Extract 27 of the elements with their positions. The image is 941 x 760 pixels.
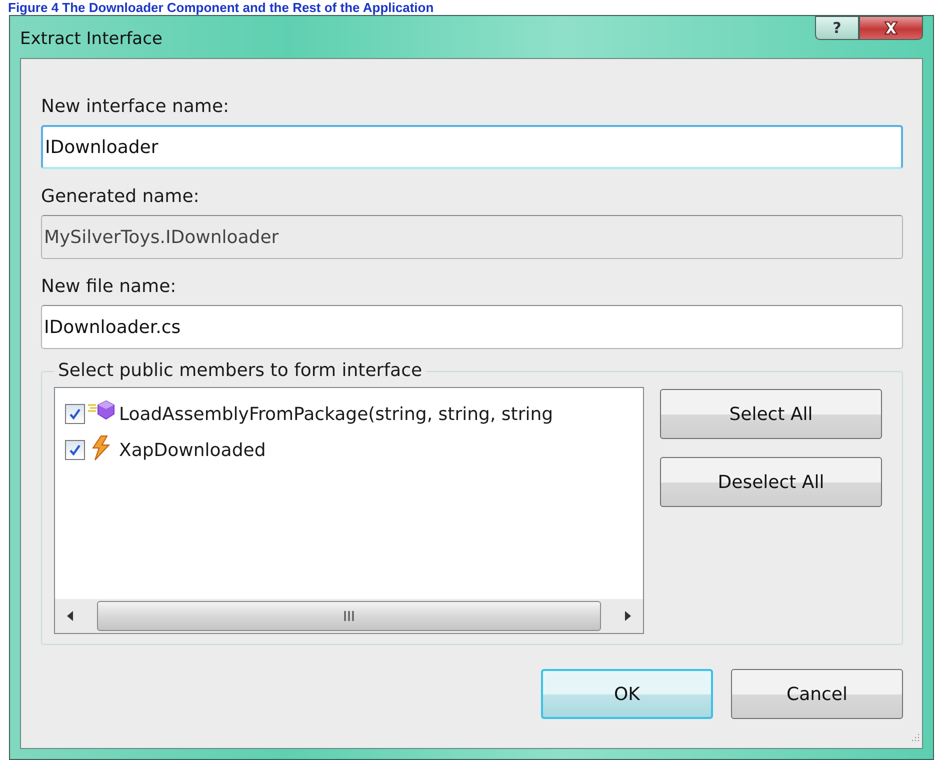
readonly-field[interactable]: MySilverToys.IDownloader — [41, 215, 903, 259]
text-field[interactable]: IDownloader.cs — [41, 305, 903, 349]
checkmark-icon — [69, 408, 81, 420]
dialog-button[interactable]: Cancel — [731, 669, 903, 719]
text-field[interactable]: IDownloader — [41, 125, 903, 169]
member-item[interactable]: XapDownloaded — [119, 440, 266, 460]
checkbox[interactable] — [65, 440, 85, 460]
field-label: New interface name: — [41, 95, 230, 119]
action-button[interactable]: Deselect All — [660, 457, 882, 507]
action-button[interactable]: Select All — [660, 389, 882, 439]
member-item[interactable]: LoadAssemblyFromPackage(string, string, string — [119, 404, 554, 424]
figure-caption: Figure 4 The Downloader Component and the Rest of the Application — [7, 0, 435, 15]
grip-icon — [343, 610, 355, 622]
scroll-right-icon — [623, 609, 633, 623]
checkmark-icon — [69, 444, 81, 456]
close-icon — [883, 21, 899, 35]
horizontal-scrollbar[interactable] — [55, 599, 643, 633]
close-button[interactable] — [859, 16, 923, 40]
window-title: Extract Interface — [20, 29, 162, 49]
scroll-thumb[interactable] — [97, 601, 601, 631]
field-label: New file name: — [41, 275, 176, 299]
group-legend: Select public members to form interface — [54, 359, 426, 383]
dialog-button[interactable]: OK — [541, 669, 713, 719]
checkbox[interactable] — [65, 404, 85, 424]
scroll-left-icon — [65, 609, 75, 623]
field-label: Generated name: — [41, 185, 200, 209]
help-button[interactable]: ? — [815, 16, 859, 40]
